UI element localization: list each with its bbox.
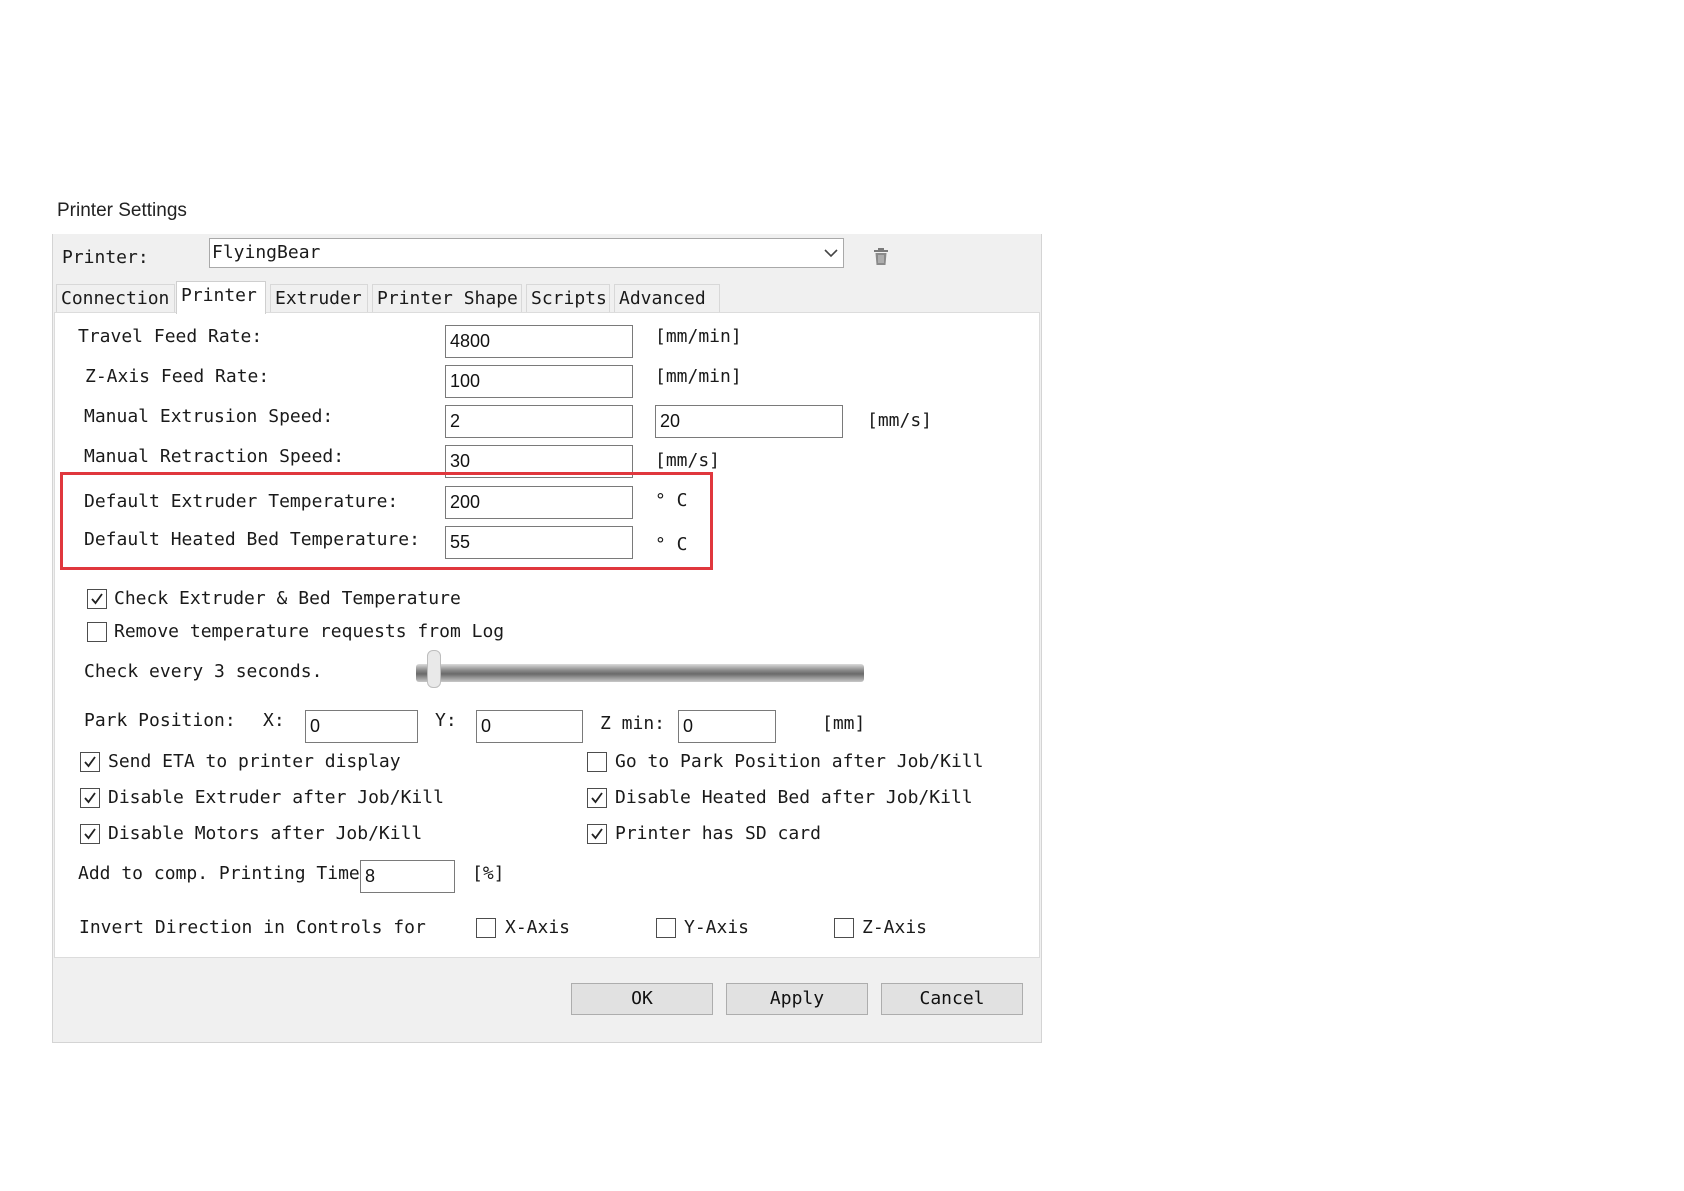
add-comp-input[interactable]: 8	[360, 860, 455, 893]
default-bed-temp-label: Default Heated Bed Temperature:	[84, 529, 420, 550]
default-extruder-temp-unit: ° C	[655, 490, 688, 511]
disable-extruder-checkbox[interactable]	[80, 788, 100, 808]
go-to-park-label: Go to Park Position after Job/Kill	[615, 751, 984, 772]
disable-extruder-label: Disable Extruder after Job/Kill	[108, 787, 444, 808]
default-bed-temp-input[interactable]: 55	[445, 526, 633, 559]
sd-card-checkbox[interactable]	[587, 824, 607, 844]
manual-retraction-speed-label: Manual Retraction Speed:	[84, 446, 345, 467]
add-comp-unit: [%]	[472, 863, 505, 884]
invert-x-label: X-Axis	[505, 917, 571, 938]
send-eta-checkbox[interactable]	[80, 752, 100, 772]
tab-printer-shape[interactable]: Printer Shape	[372, 284, 522, 312]
title-bar	[52, 192, 1042, 234]
disable-motors-checkbox[interactable]	[80, 824, 100, 844]
remove-temp-requests-checkbox[interactable]	[87, 622, 107, 642]
trash-icon[interactable]	[873, 248, 889, 266]
z-axis-feed-rate-label: Z-Axis Feed Rate:	[85, 366, 270, 387]
invert-y-label: Y-Axis	[684, 917, 750, 938]
tab-connection[interactable]: Connection	[56, 284, 175, 312]
manual-extrusion-speed-max-input[interactable]: 20	[655, 405, 843, 438]
check-temperature-label: Check Extruder & Bed Temperature	[114, 588, 461, 609]
check-interval-slider-thumb[interactable]	[427, 650, 441, 688]
invert-y-checkbox[interactable]	[656, 918, 676, 938]
default-extruder-temp-input[interactable]: 200	[445, 486, 633, 519]
manual-extrusion-speed-label: Manual Extrusion Speed:	[84, 406, 334, 427]
go-to-park-checkbox[interactable]	[587, 752, 607, 772]
tab-extruder[interactable]: Extruder	[270, 284, 368, 312]
sd-card-label: Printer has SD card	[615, 823, 821, 844]
travel-feed-rate-label: Travel Feed Rate:	[78, 326, 263, 347]
send-eta-label: Send ETA to printer display	[108, 751, 401, 772]
invert-x-checkbox[interactable]	[476, 918, 496, 938]
z-axis-feed-rate-unit: [mm/min]	[655, 366, 742, 387]
travel-feed-rate-unit: [mm/min]	[655, 326, 742, 347]
ok-button[interactable]: OK	[571, 983, 713, 1015]
tab-advanced[interactable]: Advanced	[614, 284, 720, 312]
tab-scripts[interactable]: Scripts	[526, 284, 610, 312]
park-x-input[interactable]: 0	[305, 710, 418, 743]
default-extruder-temp-label: Default Extruder Temperature:	[84, 491, 399, 512]
disable-bed-checkbox[interactable]	[587, 788, 607, 808]
check-every-label: Check every 3 seconds.	[84, 661, 323, 682]
remove-temp-requests-label: Remove temperature requests from Log	[114, 621, 505, 642]
check-interval-slider-track[interactable]	[416, 664, 864, 682]
manual-retraction-speed-unit: [mm/s]	[655, 450, 721, 471]
chevron-down-icon[interactable]	[822, 244, 840, 262]
park-y-label: Y:	[435, 710, 457, 731]
z-axis-feed-rate-input[interactable]: 100	[445, 365, 633, 398]
disable-bed-label: Disable Heated Bed after Job/Kill	[615, 787, 973, 808]
cancel-button[interactable]: Cancel	[881, 983, 1023, 1015]
apply-button[interactable]: Apply	[726, 983, 868, 1015]
invert-direction-label: Invert Direction in Controls for	[79, 917, 426, 938]
window-title: Printer Settings	[57, 200, 187, 221]
tab-printer[interactable]: Printer	[176, 281, 266, 314]
manual-extrusion-speed-unit: [mm/s]	[867, 410, 933, 431]
park-y-input[interactable]: 0	[476, 710, 583, 743]
park-zmin-input[interactable]: 0	[678, 710, 776, 743]
add-comp-label: Add to comp. Printing Time	[78, 863, 360, 884]
disable-motors-label: Disable Motors after Job/Kill	[108, 823, 423, 844]
park-zmin-label: Z min:	[600, 713, 666, 734]
manual-extrusion-speed-input[interactable]: 2	[445, 405, 633, 438]
invert-z-checkbox[interactable]	[834, 918, 854, 938]
printer-select-value: FlyingBear	[212, 242, 321, 263]
printer-label: Printer:	[62, 247, 149, 268]
park-x-label: X:	[263, 710, 285, 731]
travel-feed-rate-input[interactable]: 4800	[445, 325, 633, 358]
default-bed-temp-unit: ° C	[655, 534, 688, 555]
check-temperature-checkbox[interactable]	[87, 589, 107, 609]
invert-z-label: Z-Axis	[862, 917, 928, 938]
park-unit: [mm]	[822, 713, 866, 734]
park-position-label: Park Position:	[84, 710, 236, 731]
